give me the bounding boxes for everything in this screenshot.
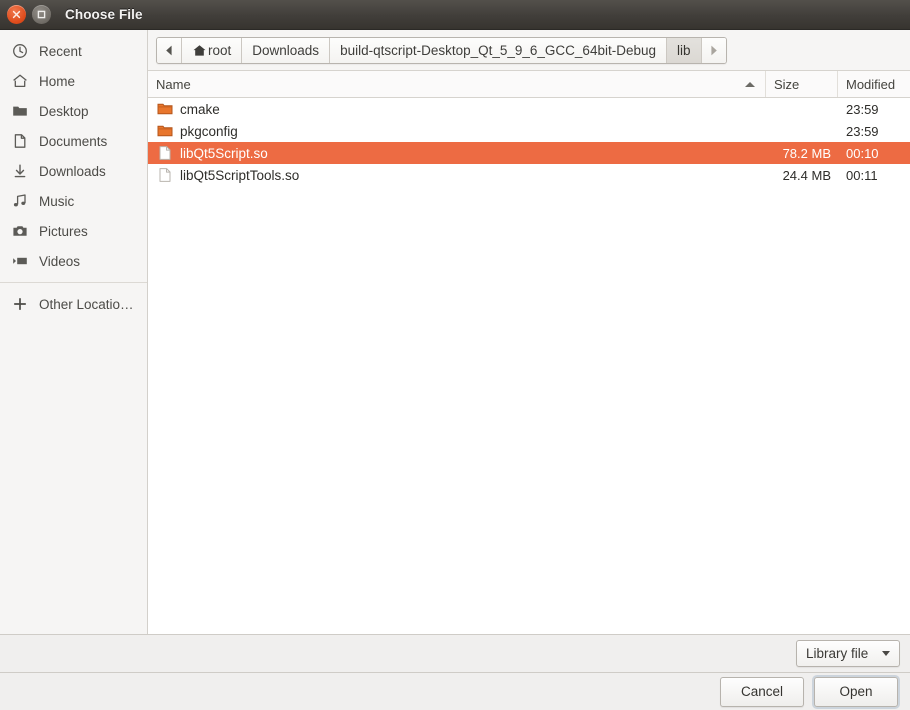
- open-button[interactable]: Open: [814, 676, 898, 707]
- file-name-cell: pkgconfig: [148, 123, 766, 139]
- file-name-cell: cmake: [148, 101, 766, 117]
- path-bar: root Downloads build-qtscript-Desktop_Qt…: [148, 30, 910, 70]
- file-icon: [157, 167, 173, 183]
- places-sidebar: Recent Home Desktop Documents Downloads …: [0, 30, 148, 634]
- plus-icon: [12, 296, 33, 312]
- path-back-button[interactable]: [157, 37, 182, 63]
- breadcrumb-item-downloads[interactable]: Downloads: [242, 37, 331, 63]
- column-header-label: Modified: [846, 76, 896, 92]
- file-name: libQt5Script.so: [180, 145, 268, 161]
- file-list[interactable]: cmake 23:59 pkgconfig 23:59 libQt5Script…: [148, 98, 910, 634]
- sidebar-item-label: Home: [39, 73, 76, 89]
- window-title: Choose File: [65, 7, 143, 22]
- titlebar: Choose File: [0, 0, 910, 30]
- chevron-down-icon: [882, 651, 890, 656]
- download-icon: [12, 163, 33, 179]
- column-header-name[interactable]: Name: [148, 71, 766, 97]
- home-icon: [12, 73, 33, 89]
- breadcrumb-label: root: [208, 42, 232, 58]
- breadcrumb-label: build-qtscript-Desktop_Qt_5_9_6_GCC_64bi…: [340, 42, 656, 58]
- file-modified: 00:10: [846, 145, 879, 161]
- file-type-filter-dropdown[interactable]: Library file: [796, 640, 900, 667]
- table-row[interactable]: libQt5Script.so 78.2 MB 00:10: [148, 142, 910, 164]
- sidebar-item-desktop[interactable]: Desktop: [0, 96, 147, 126]
- film-icon: [12, 253, 33, 269]
- sidebar-item-label: Documents: [39, 133, 108, 149]
- column-header-size[interactable]: Size: [766, 71, 838, 97]
- sidebar-item-label: Desktop: [39, 103, 89, 119]
- breadcrumb-label: Downloads: [252, 42, 320, 58]
- close-icon[interactable]: [7, 5, 26, 24]
- sidebar-item-label: Pictures: [39, 223, 88, 239]
- clock-icon: [12, 43, 33, 59]
- sidebar-item-pictures[interactable]: Pictures: [0, 216, 147, 246]
- folder-icon: [157, 101, 173, 117]
- file-name: pkgconfig: [180, 123, 238, 139]
- file-name-cell: libQt5Script.so: [148, 145, 766, 161]
- breadcrumb-item-build-dir[interactable]: build-qtscript-Desktop_Qt_5_9_6_GCC_64bi…: [330, 37, 667, 63]
- file-icon: [157, 145, 173, 161]
- filter-bar: Library file: [0, 634, 910, 672]
- file-browser-pane: root Downloads build-qtscript-Desktop_Qt…: [148, 30, 910, 634]
- folder-icon: [157, 123, 173, 139]
- file-name: libQt5ScriptTools.so: [180, 167, 300, 183]
- choose-file-dialog: Choose File Recent Home Desktop Document…: [0, 0, 910, 710]
- file-modified: 23:59: [846, 123, 879, 139]
- file-name-cell: libQt5ScriptTools.so: [148, 167, 766, 183]
- table-row[interactable]: pkgconfig 23:59: [148, 120, 910, 142]
- sidebar-item-documents[interactable]: Documents: [0, 126, 147, 156]
- file-size: 78.2 MB: [782, 145, 831, 161]
- file-size: 24.4 MB: [782, 167, 831, 183]
- file-type-filter-label: Library file: [806, 646, 869, 661]
- table-row[interactable]: cmake 23:59: [148, 98, 910, 120]
- column-header-label: Size: [774, 76, 800, 92]
- sidebar-item-recent[interactable]: Recent: [0, 36, 147, 66]
- file-modified: 00:11: [846, 167, 878, 183]
- action-bar: Cancel Open: [0, 672, 910, 710]
- camera-icon: [12, 223, 33, 239]
- path-forward-button[interactable]: [701, 37, 726, 63]
- music-note-icon: [12, 193, 33, 209]
- breadcrumb-label: lib: [677, 42, 691, 58]
- column-header-label: Name: [156, 76, 191, 92]
- sidebar-item-label: Downloads: [39, 163, 106, 179]
- folder-icon: [12, 103, 33, 119]
- sidebar-item-label: Recent: [39, 43, 82, 59]
- breadcrumb-item-root[interactable]: root: [182, 37, 243, 63]
- file-name: cmake: [180, 101, 220, 117]
- dialog-body: Recent Home Desktop Documents Downloads …: [0, 30, 910, 634]
- sidebar-item-label: Videos: [39, 253, 81, 269]
- home-icon: [192, 43, 207, 58]
- maximize-icon[interactable]: [32, 5, 51, 24]
- sort-ascending-icon: [745, 81, 755, 87]
- sidebar-separator: [0, 282, 147, 283]
- sidebar-item-label: Other Locatio…: [39, 296, 134, 312]
- document-icon: [12, 133, 33, 149]
- sidebar-item-videos[interactable]: Videos: [0, 246, 147, 276]
- sidebar-item-home[interactable]: Home: [0, 66, 147, 96]
- cancel-button[interactable]: Cancel: [720, 676, 804, 707]
- breadcrumb: root Downloads build-qtscript-Desktop_Qt…: [156, 36, 727, 64]
- file-modified: 23:59: [846, 101, 879, 117]
- column-headers: Name Size Modified: [148, 70, 910, 98]
- sidebar-item-label: Music: [39, 193, 75, 209]
- table-row[interactable]: libQt5ScriptTools.so 24.4 MB 00:11: [148, 164, 910, 186]
- column-header-modified[interactable]: Modified: [838, 71, 910, 97]
- sidebar-item-other-locations[interactable]: Other Locatio…: [0, 289, 147, 319]
- breadcrumb-item-lib[interactable]: lib: [667, 37, 702, 63]
- sidebar-item-music[interactable]: Music: [0, 186, 147, 216]
- sidebar-item-downloads[interactable]: Downloads: [0, 156, 147, 186]
